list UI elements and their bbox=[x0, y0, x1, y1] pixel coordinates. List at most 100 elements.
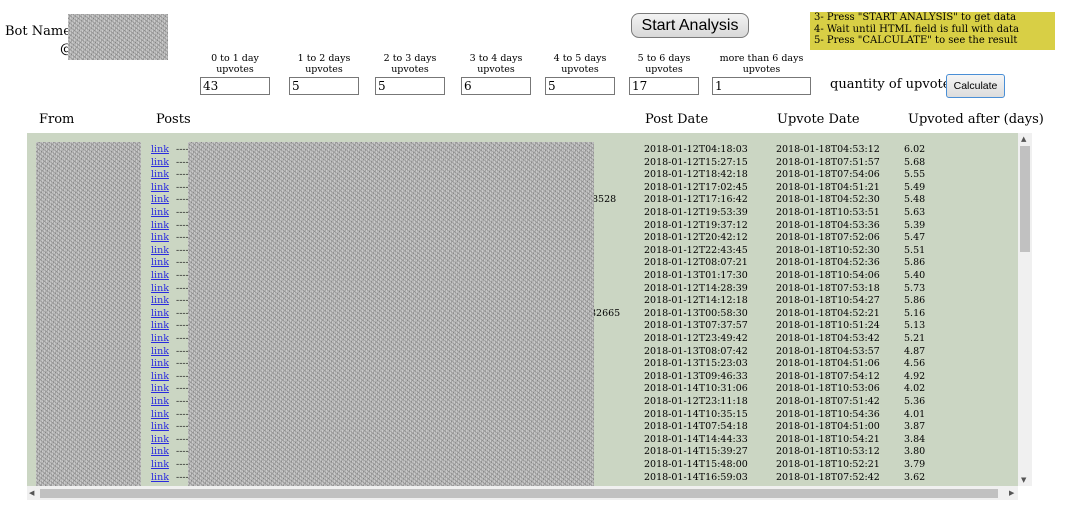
column-header-from: From bbox=[39, 112, 75, 127]
range-label-line: upvotes bbox=[742, 64, 781, 75]
range-input-5-6[interactable] bbox=[629, 77, 699, 95]
calculate-button[interactable]: Calculate bbox=[946, 74, 1005, 98]
post-date-cell: 2018-01-12T14:28:39 bbox=[644, 282, 748, 294]
range-input-2-3[interactable] bbox=[375, 77, 445, 95]
upvote-date-cell: 2018-01-18T07:51:57 bbox=[776, 156, 880, 168]
range-label-line: 3 to 4 days bbox=[469, 53, 523, 64]
post-link[interactable]: link bbox=[151, 144, 169, 156]
upvoted-after-cell: 4.56 bbox=[904, 358, 926, 370]
upvote-date-cell: 2018-01-18T10:53:06 bbox=[776, 383, 880, 395]
upvote-date-cell: 2018-01-18T04:53:42 bbox=[776, 333, 880, 344]
post-link[interactable]: link bbox=[151, 358, 169, 370]
upvoted-after-cell: 5.16 bbox=[904, 307, 926, 319]
range-input-more-than-6[interactable] bbox=[712, 77, 811, 95]
upvote-date-cell: 2018-01-18T10:53:51 bbox=[776, 207, 880, 218]
instruction-line: 5- Press "CALCULATE" to see the result bbox=[814, 35, 1018, 46]
post-date-cell: 2018-01-12T08:07:21 bbox=[644, 257, 748, 269]
post-link[interactable]: link bbox=[151, 157, 169, 169]
upvote-date-cell: 2018-01-18T10:54:27 bbox=[776, 295, 880, 307]
range-input-4-5[interactable] bbox=[545, 77, 615, 95]
post-date-cell: 2018-01-12T15:27:15 bbox=[644, 156, 748, 168]
post-link[interactable]: link bbox=[151, 421, 169, 433]
post-link[interactable]: link bbox=[151, 434, 169, 446]
post-date-cell: 2018-01-12T23:49:42 bbox=[644, 333, 748, 344]
post-link[interactable]: link bbox=[151, 409, 169, 421]
post-link[interactable]: link bbox=[151, 472, 169, 484]
post-date-cell: 2018-01-14T10:35:15 bbox=[644, 408, 748, 420]
range-label-more-than-6: more than 6 days upvotes bbox=[712, 53, 811, 75]
upvoted-after-cell: 5.47 bbox=[904, 232, 926, 244]
post-date-cell: 2018-01-14T15:48:00 bbox=[644, 459, 748, 470]
range-label-line: 5 to 6 days bbox=[637, 53, 691, 64]
post-cell-tail: 8528 bbox=[592, 194, 617, 206]
range-label-line: upvotes bbox=[645, 64, 683, 75]
upvoted-after-cell: 5.39 bbox=[904, 219, 926, 231]
upvote-date-cell: 2018-01-18T04:52:30 bbox=[776, 194, 880, 206]
upvote-date-cell: 2018-01-18T04:53:12 bbox=[776, 144, 880, 155]
instruction-line: 4- Wait until HTML field is full with da… bbox=[814, 23, 1019, 35]
range-input-1-2[interactable] bbox=[289, 77, 359, 95]
post-link[interactable]: link bbox=[151, 321, 169, 332]
post-link[interactable]: link bbox=[151, 232, 169, 244]
vertical-scroll-thumb[interactable] bbox=[1020, 146, 1030, 252]
range-input-0-1[interactable] bbox=[200, 77, 270, 95]
upvoted-after-cell: 3.87 bbox=[904, 421, 926, 433]
scroll-left-icon[interactable]: ◀ bbox=[29, 489, 34, 497]
scroll-down-icon[interactable]: ▼ bbox=[1021, 476, 1026, 484]
range-label-4-5: 4 to 5 days upvotes bbox=[545, 53, 615, 75]
range-label-line: upvotes bbox=[561, 64, 599, 75]
upvoted-after-cell: 5.48 bbox=[904, 194, 926, 206]
upvote-date-cell: 2018-01-18T04:51:21 bbox=[776, 181, 880, 193]
post-date-cell: 2018-01-12T04:18:03 bbox=[644, 144, 748, 155]
post-date-cell: 2018-01-14T10:31:06 bbox=[644, 383, 748, 395]
post-link[interactable]: link bbox=[151, 207, 169, 219]
post-link[interactable]: link bbox=[151, 270, 169, 282]
upvoted-after-cell: 5.86 bbox=[904, 257, 926, 269]
upvoted-after-cell: 3.62 bbox=[904, 471, 926, 483]
upvoted-after-cell: 5.49 bbox=[904, 181, 926, 193]
post-date-cell: 2018-01-12T17:02:45 bbox=[644, 181, 748, 193]
redacted-from-column bbox=[36, 142, 141, 486]
upvoted-after-cell: 3.80 bbox=[904, 446, 926, 458]
upvoted-after-cell: 5.40 bbox=[904, 270, 926, 281]
instructions-box: 3- Press "START ANALYSIS" to get data 4-… bbox=[810, 12, 1055, 50]
scroll-right-icon[interactable]: ▶ bbox=[1009, 489, 1014, 497]
post-link[interactable]: link bbox=[151, 295, 169, 307]
post-link[interactable]: link bbox=[151, 447, 169, 458]
post-link[interactable]: link bbox=[151, 195, 169, 206]
post-link[interactable]: link bbox=[151, 220, 169, 232]
instruction-line: 3- Press "START ANALYSIS" to get data bbox=[814, 12, 1017, 23]
range-label-3-4: 3 to 4 days upvotes bbox=[461, 53, 531, 75]
start-analysis-button[interactable]: Start Analysis bbox=[631, 13, 749, 38]
upvote-date-cell: 2018-01-18T10:51:24 bbox=[776, 320, 880, 332]
upvoted-after-cell: 5.21 bbox=[904, 333, 926, 344]
post-link[interactable]: link bbox=[151, 333, 169, 345]
upvoted-after-cell: 4.01 bbox=[904, 408, 926, 420]
range-input-3-4[interactable] bbox=[461, 77, 531, 95]
range-label-line: 2 to 3 days bbox=[383, 53, 437, 64]
upvote-date-cell: 2018-01-18T07:53:18 bbox=[776, 282, 880, 294]
post-link[interactable]: link bbox=[151, 346, 169, 358]
post-date-cell: 2018-01-12T23:11:18 bbox=[644, 396, 748, 407]
post-link[interactable]: link bbox=[151, 258, 169, 269]
post-link[interactable]: link bbox=[151, 169, 169, 181]
post-link[interactable]: link bbox=[151, 182, 169, 194]
range-label-line: 1 to 2 days bbox=[297, 53, 351, 64]
upvote-date-cell: 2018-01-18T10:54:36 bbox=[776, 408, 880, 420]
post-link[interactable]: link bbox=[151, 308, 169, 320]
upvote-date-cell: 2018-01-18T04:53:36 bbox=[776, 219, 880, 231]
upvote-date-cell: 2018-01-18T07:52:06 bbox=[776, 232, 880, 244]
post-link[interactable]: link bbox=[151, 459, 169, 471]
upvoted-after-cell: 4.02 bbox=[904, 383, 926, 395]
post-link[interactable]: link bbox=[151, 396, 169, 408]
upvote-date-cell: 2018-01-18T04:53:57 bbox=[776, 345, 880, 357]
post-link[interactable]: link bbox=[151, 384, 169, 395]
upvoted-after-cell: 5.86 bbox=[904, 295, 926, 307]
upvote-date-cell: 2018-01-18T04:52:36 bbox=[776, 257, 880, 269]
horizontal-scroll-thumb[interactable] bbox=[40, 489, 998, 498]
post-link[interactable]: link bbox=[151, 283, 169, 295]
scroll-up-icon[interactable]: ▲ bbox=[1021, 135, 1026, 143]
post-link[interactable]: link bbox=[151, 371, 169, 383]
post-date-cell: 2018-01-13T00:58:30 bbox=[644, 307, 748, 319]
post-link[interactable]: link bbox=[151, 245, 169, 257]
